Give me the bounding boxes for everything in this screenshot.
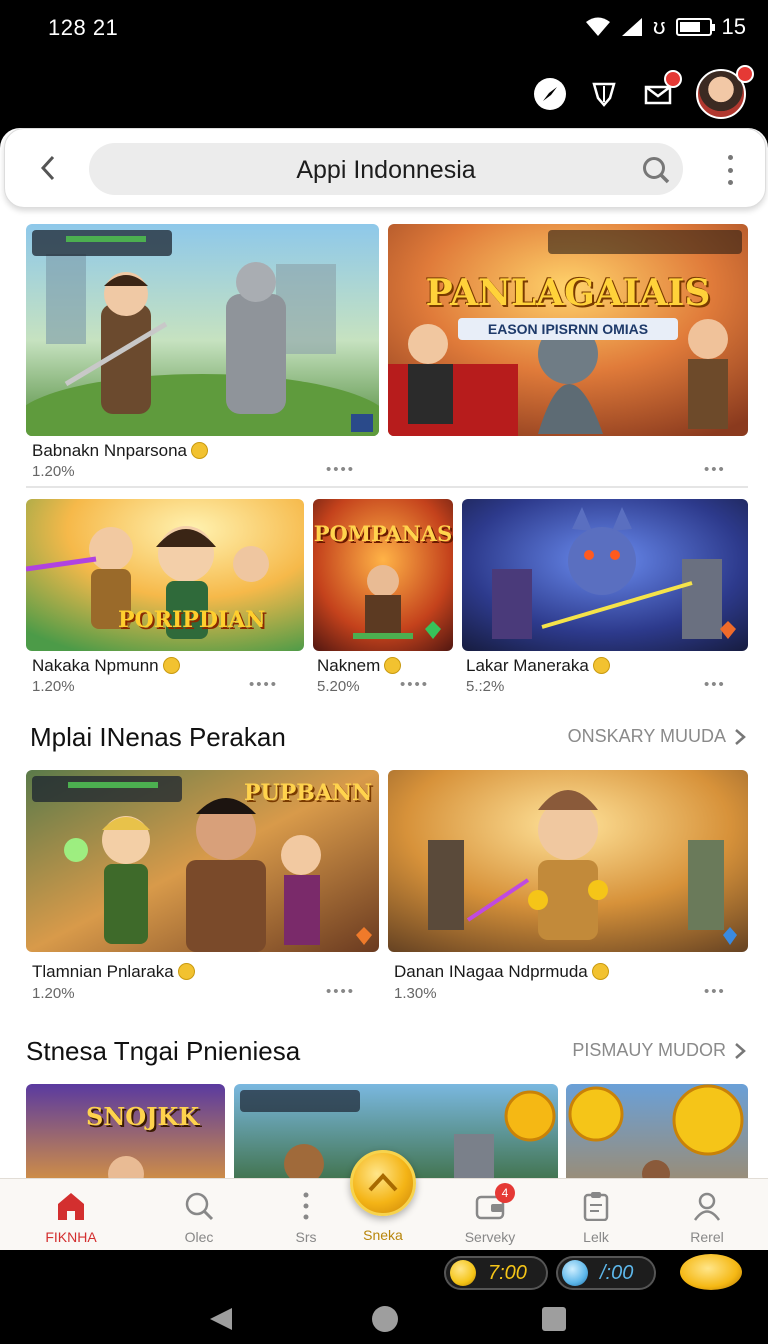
game-title[interactable]: Lakar Maneraka — [466, 656, 610, 676]
game-card-image[interactable]: POMPANAS — [313, 499, 453, 651]
section-title: Mplai INenas Perakan — [30, 722, 286, 752]
status-bar: 128 21 ʊ 15 — [0, 0, 768, 58]
shield-button[interactable] — [588, 78, 620, 110]
more-options-button[interactable]: •••• — [326, 461, 355, 478]
chevron-right-icon — [735, 728, 746, 745]
coin-stack-icon[interactable] — [680, 1254, 742, 1290]
emoji-icon — [591, 963, 609, 980]
game-meta: 1.20% — [32, 678, 75, 695]
game-banner-title: SNOJKK — [86, 1102, 200, 1131]
game-meta: 1.20% — [32, 985, 75, 1002]
game-banner-subtitle: EASON IPISRNN OMIAS — [458, 318, 678, 340]
more-options-button[interactable]: ••• — [704, 983, 726, 1000]
section-title: Stnesa Tngai Pnieniesa — [26, 1036, 301, 1066]
game-title[interactable]: Nakaka Npmunn — [32, 656, 180, 676]
more-options-button[interactable]: ••• — [704, 676, 726, 693]
app-sheet: Appi Indonnesia PANLAGAIAIS EASON IPISRN… — [0, 128, 768, 1250]
search-header: Appi Indonnesia — [4, 128, 766, 208]
gold-coin-icon — [450, 1260, 476, 1286]
game-card-image[interactable]: PANLAGAIAIS EASON IPISRNN OMIAS — [388, 224, 748, 436]
currency-strip: 7:00 /:00 — [0, 1250, 768, 1294]
game-meta: 5.20% — [317, 678, 360, 695]
emoji-icon — [191, 442, 209, 459]
inbox-button[interactable] — [642, 70, 682, 110]
game-title[interactable]: Babnakn Nnparsona — [32, 441, 209, 461]
game-card-image[interactable]: PORIPDIAN — [26, 499, 304, 651]
game-card-image[interactable] — [388, 770, 748, 952]
search-text: Appi Indonnesia — [296, 156, 476, 184]
more-options-button[interactable]: •••• — [400, 676, 429, 693]
overflow-menu-button[interactable] — [725, 155, 735, 185]
coin-center-button[interactable] — [350, 1150, 416, 1216]
game-banner-title: PUPBANN — [244, 780, 373, 806]
back-button[interactable] — [31, 151, 65, 185]
gem-icon — [562, 1260, 588, 1286]
status-indicators: ʊ 15 — [585, 14, 746, 40]
chevron-right-icon — [735, 1042, 746, 1059]
nav-clipboard[interactable]: Lelk — [551, 1189, 641, 1245]
nav-more[interactable]: Srs — [261, 1189, 351, 1245]
clipboard-icon — [583, 1192, 609, 1221]
section-see-more-link[interactable]: PISMAUY MUDOR — [572, 1040, 746, 1061]
game-meta: 5.:2% — [466, 678, 505, 695]
divider — [26, 486, 748, 488]
game-banner-title: POMPANAS — [313, 521, 453, 546]
nav-search[interactable]: Olec — [154, 1189, 244, 1245]
notification-badge: 4 — [495, 1183, 515, 1203]
gold-currency-value: 7:00 — [488, 1261, 527, 1284]
emoji-icon — [177, 963, 195, 980]
gem-currency-value: /:00 — [600, 1261, 634, 1284]
nfc-icon: ʊ — [653, 14, 666, 39]
game-title[interactable]: Naknem — [317, 656, 402, 676]
game-meta: 1.30% — [394, 985, 437, 1002]
game-meta: 1.20% — [32, 463, 75, 480]
battery-icon — [675, 18, 715, 36]
avatar-notification-dot — [736, 65, 754, 83]
shield-icon — [592, 82, 616, 107]
more-options-button[interactable]: •••• — [326, 983, 355, 1000]
system-navigation-bar — [0, 1294, 768, 1344]
battery-percent: 15 — [721, 14, 746, 39]
compass-button[interactable] — [534, 78, 566, 110]
avatar[interactable] — [696, 65, 754, 119]
game-title[interactable]: Tlamnian Pnlaraka — [32, 962, 195, 982]
search-input[interactable]: Appi Indonnesia — [89, 143, 683, 195]
inbox-notification-dot — [664, 70, 682, 88]
cell-signal-icon — [622, 18, 642, 36]
system-home-button[interactable] — [372, 1306, 398, 1332]
gem-currency-pill[interactable]: /:00 — [556, 1256, 656, 1290]
coin-center-label: Sneka — [363, 1227, 403, 1243]
status-time: 128 21 — [48, 15, 119, 40]
game-card-image[interactable]: PUPBANN — [26, 770, 379, 952]
section-see-more-link[interactable]: ONSKARY MUUDA — [568, 726, 746, 747]
compass-icon — [543, 87, 557, 101]
system-back-button[interactable] — [208, 1306, 234, 1332]
more-options-button[interactable]: ••• — [704, 461, 726, 478]
home-icon — [58, 1193, 84, 1220]
more-vertical-icon — [303, 1192, 309, 1220]
coin-icon — [368, 1173, 398, 1192]
nav-profile[interactable]: Rerel — [662, 1189, 752, 1245]
game-card-image[interactable] — [462, 499, 748, 651]
profile-icon — [693, 1192, 721, 1221]
search-icon — [185, 1192, 214, 1221]
emoji-icon — [592, 657, 610, 674]
battery-level — [679, 22, 700, 32]
wifi-icon — [586, 17, 610, 36]
gold-currency-pill[interactable]: 7:00 — [444, 1256, 548, 1290]
game-card-image[interactable] — [26, 224, 379, 436]
more-options-button[interactable]: •••• — [249, 676, 278, 693]
emoji-icon — [384, 657, 402, 674]
search-icon[interactable] — [641, 155, 671, 185]
game-title[interactable]: Danan INagaa Ndprmuda — [394, 962, 609, 982]
top-actions — [534, 65, 754, 120]
nav-wallet[interactable]: 4 Serveky — [445, 1183, 535, 1245]
game-banner-title: PANLAGAIAIS — [425, 272, 711, 314]
nav-home[interactable]: FIKNHA — [26, 1189, 116, 1245]
chevron-left-icon — [40, 155, 55, 181]
game-banner-title: PORIPDIAN — [118, 607, 266, 633]
emoji-icon — [162, 657, 180, 674]
system-recents-button[interactable] — [542, 1307, 566, 1331]
